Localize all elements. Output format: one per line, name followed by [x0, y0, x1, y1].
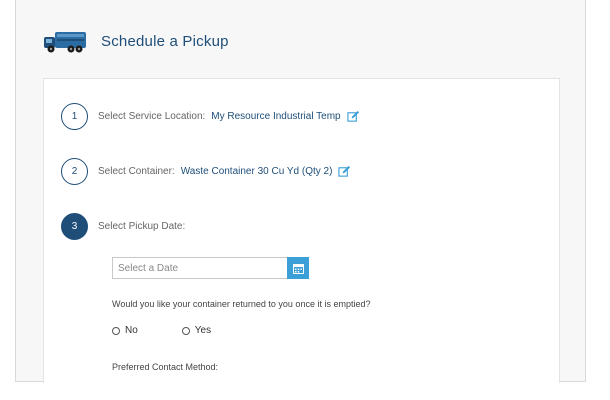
- pickup-date-field: [112, 257, 309, 279]
- radio-label-yes: Yes: [194, 325, 212, 336]
- step-service-location: 1 Select Service Location: My Resource I…: [61, 103, 360, 130]
- step-number-1: 1: [61, 103, 88, 130]
- return-question: Would you like your container returned t…: [112, 299, 371, 309]
- page-frame: Schedule a Pickup 1 Select Service Locat…: [15, 0, 586, 383]
- page-title: Schedule a Pickup: [101, 32, 229, 50]
- radio-yes[interactable]: Yes: [181, 325, 212, 336]
- page-header: Schedule a Pickup: [43, 28, 229, 54]
- step-number-3: 3: [61, 213, 88, 240]
- truck-icon: [44, 32, 86, 53]
- pickup-date-input[interactable]: [112, 257, 287, 279]
- step-label: Select Container:: [98, 166, 175, 177]
- calendar-icon: [292, 263, 304, 274]
- radio-no[interactable]: No: [112, 325, 138, 336]
- radio-label-no: No: [125, 325, 138, 336]
- radio-circle[interactable]: [112, 326, 120, 335]
- container-value: Waste Container 30 Cu Yd (Qty 2): [180, 166, 333, 177]
- step-container: 2 Select Container: Waste Container 30 C…: [61, 158, 351, 185]
- step-number-2: 2: [61, 158, 88, 185]
- service-location-value: My Resource Industrial Temp: [211, 111, 341, 122]
- edit-icon[interactable]: [346, 110, 360, 123]
- calendar-button[interactable]: [287, 257, 309, 279]
- pickup-form-card: 1 Select Service Location: My Resource I…: [43, 78, 560, 383]
- edit-icon[interactable]: [338, 165, 351, 178]
- radio-circle[interactable]: [181, 326, 190, 335]
- step-label: Select Service Location:: [98, 111, 206, 122]
- return-radio-group: No Yes: [112, 325, 255, 336]
- step-label: Select Pickup Date:: [98, 221, 186, 232]
- contact-method-label: Preferred Contact Method:: [112, 362, 219, 372]
- step-pickup-date: 3 Select Pickup Date:: [61, 213, 185, 240]
